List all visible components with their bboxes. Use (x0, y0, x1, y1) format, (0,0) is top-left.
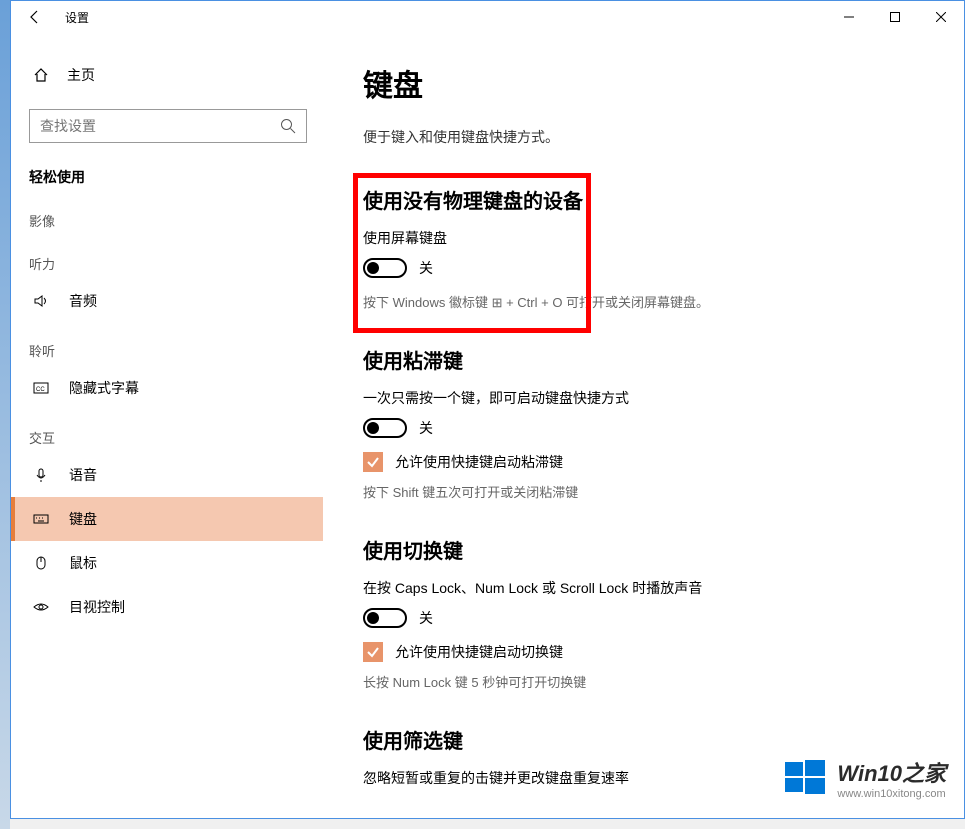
search-input-container[interactable] (29, 109, 307, 143)
close-button[interactable] (918, 1, 964, 33)
subcategory-listen: 聆听 (11, 323, 323, 366)
sidebar-item-label: 音频 (69, 291, 97, 311)
sidebar: 主页 轻松使用 影像 听力 音频 聆听 CC 隐藏式字幕 交互 语音 (11, 33, 323, 818)
sidebar-item-label: 语音 (69, 465, 97, 485)
section-title: 使用切换键 (363, 535, 924, 564)
sidebar-item-captions[interactable]: CC 隐藏式字幕 (11, 366, 323, 410)
home-link[interactable]: 主页 (11, 57, 323, 93)
setting-hint: 按下 Shift 键五次可打开或关闭粘滞键 (363, 482, 924, 501)
titlebar: 设置 (11, 1, 964, 33)
sticky-keys-shortcut-checkbox[interactable] (363, 452, 383, 472)
toggle-keys-toggle[interactable] (363, 608, 407, 628)
toggle-state: 关 (419, 418, 433, 438)
speaker-icon (33, 293, 49, 309)
checkbox-label: 允许使用快捷键启动切换键 (395, 642, 563, 662)
minimize-button[interactable] (826, 1, 872, 33)
svg-text:CC: CC (36, 387, 45, 393)
sidebar-item-label: 键盘 (69, 509, 97, 529)
settings-window: 设置 主页 轻松使用 影像 听力 音频 聆听 (10, 0, 965, 819)
section-sticky-keys: 使用粘滞键 一次只需按一个键，即可启动键盘快捷方式 关 允许使用快捷键启动粘滞键… (363, 345, 924, 501)
back-button[interactable] (11, 1, 59, 33)
sidebar-item-eye-control[interactable]: 目视控制 (11, 585, 323, 629)
toggle-state: 关 (419, 608, 433, 628)
sidebar-item-audio[interactable]: 音频 (11, 279, 323, 323)
setting-label: 使用屏幕键盘 (363, 228, 924, 248)
keyboard-icon (33, 511, 49, 527)
sidebar-item-speech[interactable]: 语音 (11, 453, 323, 497)
desktop-edge (0, 0, 10, 829)
watermark-title: Win10之家 (837, 756, 946, 788)
subcategory-hearing: 听力 (11, 236, 323, 279)
section-title: 使用粘滞键 (363, 345, 924, 374)
check-icon (366, 455, 380, 469)
content-area: 键盘 便于键入和使用键盘快捷方式。 使用没有物理键盘的设备 使用屏幕键盘 关 按… (323, 33, 964, 818)
setting-hint: 长按 Num Lock 键 5 秒钟可打开切换键 (363, 672, 924, 691)
eye-icon (33, 599, 49, 615)
maximize-button[interactable] (872, 1, 918, 33)
section-toggle-keys: 使用切换键 在按 Caps Lock、Num Lock 或 Scroll Loc… (363, 535, 924, 691)
subcategory-vision: 影像 (11, 193, 323, 236)
section-onscreen-keyboard: 使用没有物理键盘的设备 使用屏幕键盘 关 按下 Windows 徽标键 ⊞ + … (363, 185, 924, 311)
window-controls (826, 1, 964, 33)
toggle-keys-shortcut-checkbox[interactable] (363, 642, 383, 662)
sidebar-item-label: 隐藏式字幕 (69, 378, 139, 398)
background-strip (965, 0, 977, 829)
page-title: 键盘 (363, 61, 924, 105)
section-title: 使用没有物理键盘的设备 (363, 185, 924, 214)
check-icon (366, 645, 380, 659)
home-icon (33, 67, 49, 83)
sidebar-item-label: 鼠标 (69, 553, 97, 573)
checkbox-label: 允许使用快捷键启动粘滞键 (395, 452, 563, 472)
sidebar-item-label: 目视控制 (69, 597, 125, 617)
setting-hint: 按下 Windows 徽标键 ⊞ + Ctrl + O 可打开或关闭屏幕键盘。 (363, 292, 924, 311)
mouse-icon (33, 555, 49, 571)
setting-label: 在按 Caps Lock、Num Lock 或 Scroll Lock 时播放声… (363, 578, 924, 598)
window-title: 设置 (65, 9, 89, 26)
search-input[interactable] (40, 118, 280, 134)
category-header: 轻松使用 (11, 143, 323, 193)
watermark: Win10之家 www.win10xitong.com (783, 756, 946, 800)
sticky-keys-toggle[interactable] (363, 418, 407, 438)
watermark-url: www.win10xitong.com (837, 788, 946, 800)
onscreen-keyboard-toggle[interactable] (363, 258, 407, 278)
sidebar-item-mouse[interactable]: 鼠标 (11, 541, 323, 585)
windows-logo-icon (783, 756, 827, 800)
setting-label: 一次只需按一个键，即可启动键盘快捷方式 (363, 388, 924, 408)
subcategory-interact: 交互 (11, 410, 323, 453)
sidebar-item-keyboard[interactable]: 键盘 (11, 497, 323, 541)
toggle-state: 关 (419, 258, 433, 278)
captions-icon: CC (33, 380, 49, 396)
search-icon (280, 118, 296, 134)
microphone-icon (33, 467, 49, 483)
home-label: 主页 (67, 65, 95, 85)
page-description: 便于键入和使用键盘快捷方式。 (363, 127, 924, 147)
section-title: 使用筛选键 (363, 725, 924, 754)
